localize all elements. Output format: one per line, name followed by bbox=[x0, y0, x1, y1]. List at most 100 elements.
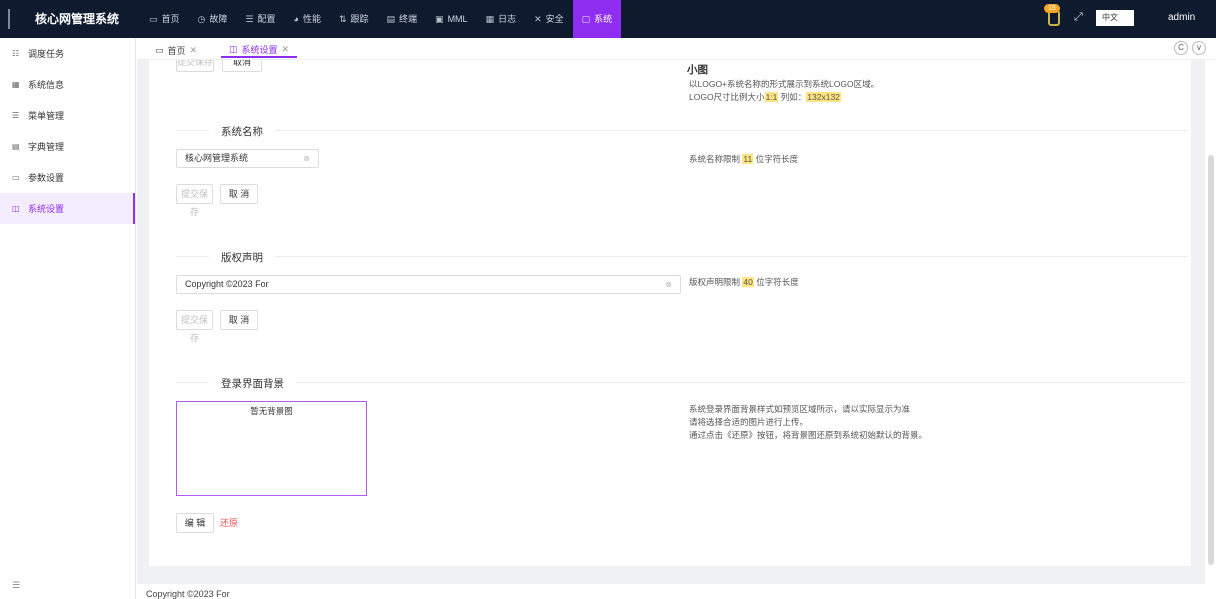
nav-label: MML bbox=[447, 14, 468, 24]
scrollbar[interactable] bbox=[1208, 155, 1214, 565]
folder-icon: ▢ bbox=[581, 14, 591, 24]
refresh-icon[interactable]: C bbox=[1174, 41, 1188, 55]
hint-text: 版权声明限制 bbox=[689, 277, 743, 287]
sidebar-item-label: 字典管理 bbox=[28, 142, 65, 152]
fullscreen-icon[interactable]: ⤢ bbox=[1074, 11, 1083, 24]
params-icon: ▭ bbox=[12, 173, 20, 182]
nav-terminal[interactable]: ▤ 终端 bbox=[378, 0, 427, 38]
hint-text: 位字符长度 bbox=[753, 154, 799, 164]
dictionary-icon: ▤ bbox=[12, 142, 20, 151]
sidebar-item-label: 系统信息 bbox=[28, 80, 65, 90]
cancel-button[interactable]: 取消 bbox=[222, 60, 262, 72]
clock-icon: ◷ bbox=[197, 14, 206, 24]
top-navbar: 核心网管理系统 ▭ 首页 ◷ 故障 ☰ 配置 ◕ 性能 ⇅ 跟踪 ▤ 终端 ▣ MML ▦ 日志… bbox=[0, 0, 1216, 38]
login-bg-hint-3: 通过点击《还原》按钮，将背景图还原到系统初始默认的背景。 bbox=[689, 430, 928, 440]
copyright-input[interactable]: Copyright ©2023 For ⊗ bbox=[176, 275, 681, 294]
section-title-login-bg: 登录界面背景 bbox=[209, 376, 296, 391]
section-title-system-name: 系统名称 bbox=[209, 124, 275, 139]
menu-toggle[interactable] bbox=[8, 9, 10, 29]
sidebar-item-params[interactable]: ▭ 参数设置 bbox=[0, 162, 135, 193]
copyright-hint: 版权声明限制 40 位字符长度 bbox=[689, 276, 799, 289]
settings-card: 提交保存 取消 小图 以LOGO+系统名称的形式展示到系统LOGO区域。 LOG… bbox=[149, 60, 1191, 566]
sidebar-item-label: 系统设置 bbox=[28, 204, 65, 214]
sidebar-item-label: 调度任务 bbox=[28, 49, 65, 59]
user-menu[interactable]: admin bbox=[1168, 12, 1195, 23]
nav-fault[interactable]: ◷ 故障 bbox=[189, 0, 237, 38]
main-nav: ▭ 首页 ◷ 故障 ☰ 配置 ◕ 性能 ⇅ 跟踪 ▤ 终端 ▣ MML ▦ 日志 ✕ 安全 ▢ 系统 bbox=[140, 0, 622, 38]
menu-icon: ☰ bbox=[12, 111, 20, 120]
section-title-copyright: 版权声明 bbox=[209, 250, 275, 265]
monitor-icon: ▭ bbox=[155, 44, 164, 55]
nav-security[interactable]: ✕ 安全 bbox=[525, 0, 573, 38]
system-name-hint: 系统名称限制 11 位字符长度 bbox=[689, 153, 798, 166]
schedule-icon: ☷ bbox=[12, 49, 20, 58]
nav-config[interactable]: ☰ 配置 bbox=[236, 0, 284, 38]
nav-home[interactable]: ▭ 首页 bbox=[140, 0, 189, 38]
cancel-button[interactable]: 取 消 bbox=[220, 310, 258, 330]
cancel-button[interactable]: 取 消 bbox=[220, 184, 258, 204]
tab-label: 系统设置 bbox=[241, 44, 278, 55]
footer-copyright: Copyright ©2023 For bbox=[146, 589, 230, 599]
submit-button[interactable]: 提交保存 bbox=[176, 310, 213, 343]
sidebar-item-label: 菜单管理 bbox=[28, 111, 65, 121]
nav-label: 首页 bbox=[161, 14, 180, 24]
sidebar-item-system-info[interactable]: ▦ 系统信息 bbox=[0, 69, 135, 100]
nav-label: 系统 bbox=[594, 14, 613, 24]
clear-icon[interactable]: ⊗ bbox=[303, 150, 310, 167]
terminal-icon: ▤ bbox=[386, 14, 396, 24]
security-icon: ✕ bbox=[534, 14, 542, 24]
nav-trace[interactable]: ⇅ 跟踪 bbox=[330, 0, 378, 38]
hint-highlight: 11 bbox=[742, 154, 754, 164]
login-bg-hint-2: 请将选择合适的图片进行上传。 bbox=[689, 417, 809, 427]
nav-label: 配置 bbox=[257, 14, 276, 24]
config-icon: ☰ bbox=[245, 14, 254, 24]
sidebar: ☷ 调度任务 ▦ 系统信息 ☰ 菜单管理 ▤ 字典管理 ▭ 参数设置 ◫ 系统设置 ☰ bbox=[0, 38, 136, 599]
login-bg-preview: 暂无背景图 bbox=[176, 401, 367, 496]
restore-button[interactable]: 还原 bbox=[220, 513, 238, 533]
nav-log[interactable]: ▦ 日志 bbox=[477, 0, 526, 38]
sidebar-item-system-settings[interactable]: ◫ 系统设置 bbox=[0, 193, 135, 224]
nav-mml[interactable]: ▣ MML bbox=[426, 0, 477, 38]
logo-hint-1: 以LOGO+系统名称的形式展示到系统LOGO区域。 bbox=[689, 79, 880, 89]
nav-performance[interactable]: ◕ 性能 bbox=[285, 0, 330, 38]
sidebar-item-dictionary[interactable]: ▤ 字典管理 bbox=[0, 131, 135, 162]
hint-text: 系统名称限制 bbox=[689, 154, 743, 164]
tab-home[interactable]: ▭ 首页 ✕ bbox=[147, 42, 205, 58]
settings-icon: ◫ bbox=[229, 43, 238, 54]
nav-label: 日志 bbox=[498, 14, 517, 24]
language-select[interactable]: 中文 bbox=[1096, 10, 1134, 26]
close-icon[interactable]: ✕ bbox=[282, 44, 290, 55]
input-value: 核心网管理系统 bbox=[185, 153, 249, 163]
collapse-icon[interactable]: ☰ bbox=[12, 580, 20, 591]
sidebar-item-menu[interactable]: ☰ 菜单管理 bbox=[0, 100, 135, 131]
log-icon: ▦ bbox=[485, 14, 495, 24]
logo-hint-2: LOGO尺寸比例大小1:1 列如：132x132 bbox=[689, 91, 841, 104]
tab-system-settings[interactable]: ◫ 系统设置 ✕ bbox=[221, 42, 298, 58]
divider bbox=[176, 382, 1188, 383]
tab-bar: ▭ 首页 ✕ ◫ 系统设置 ✕ C v bbox=[137, 38, 1216, 60]
system-name-input[interactable]: 核心网管理系统 ⊗ bbox=[176, 149, 319, 168]
close-icon[interactable]: ✕ bbox=[190, 45, 198, 56]
divider bbox=[176, 130, 1188, 131]
sort-icon: ⇅ bbox=[338, 14, 347, 24]
edit-button[interactable]: 编 辑 bbox=[176, 513, 214, 533]
nav-label: 故障 bbox=[209, 14, 228, 24]
sidebar-item-schedule[interactable]: ☷ 调度任务 bbox=[0, 38, 135, 69]
main-content: 提交保存 取消 小图 以LOGO+系统名称的形式展示到系统LOGO区域。 LOG… bbox=[137, 60, 1205, 584]
hint-highlight: 1:1 bbox=[764, 92, 779, 102]
nav-label: 终端 bbox=[399, 14, 418, 24]
clear-icon[interactable]: ⊗ bbox=[665, 276, 672, 293]
submit-button[interactable]: 提交保存 bbox=[176, 60, 214, 72]
hint-highlight: 132x132 bbox=[806, 92, 841, 102]
chevron-down-icon[interactable]: v bbox=[1192, 41, 1206, 55]
nav-label: 性能 bbox=[302, 14, 321, 24]
sidebar-item-label: 参数设置 bbox=[28, 173, 65, 183]
settings-icon: ◫ bbox=[12, 204, 20, 213]
hint-text: 位字符长度 bbox=[753, 277, 799, 287]
nav-system[interactable]: ▢ 系统 bbox=[572, 0, 622, 38]
info-icon: ▦ bbox=[12, 80, 20, 89]
mml-icon: ▣ bbox=[435, 14, 444, 24]
hint-highlight: 40 bbox=[742, 277, 754, 287]
app-title: 核心网管理系统 bbox=[35, 12, 120, 26]
submit-button[interactable]: 提交保存 bbox=[176, 184, 213, 217]
